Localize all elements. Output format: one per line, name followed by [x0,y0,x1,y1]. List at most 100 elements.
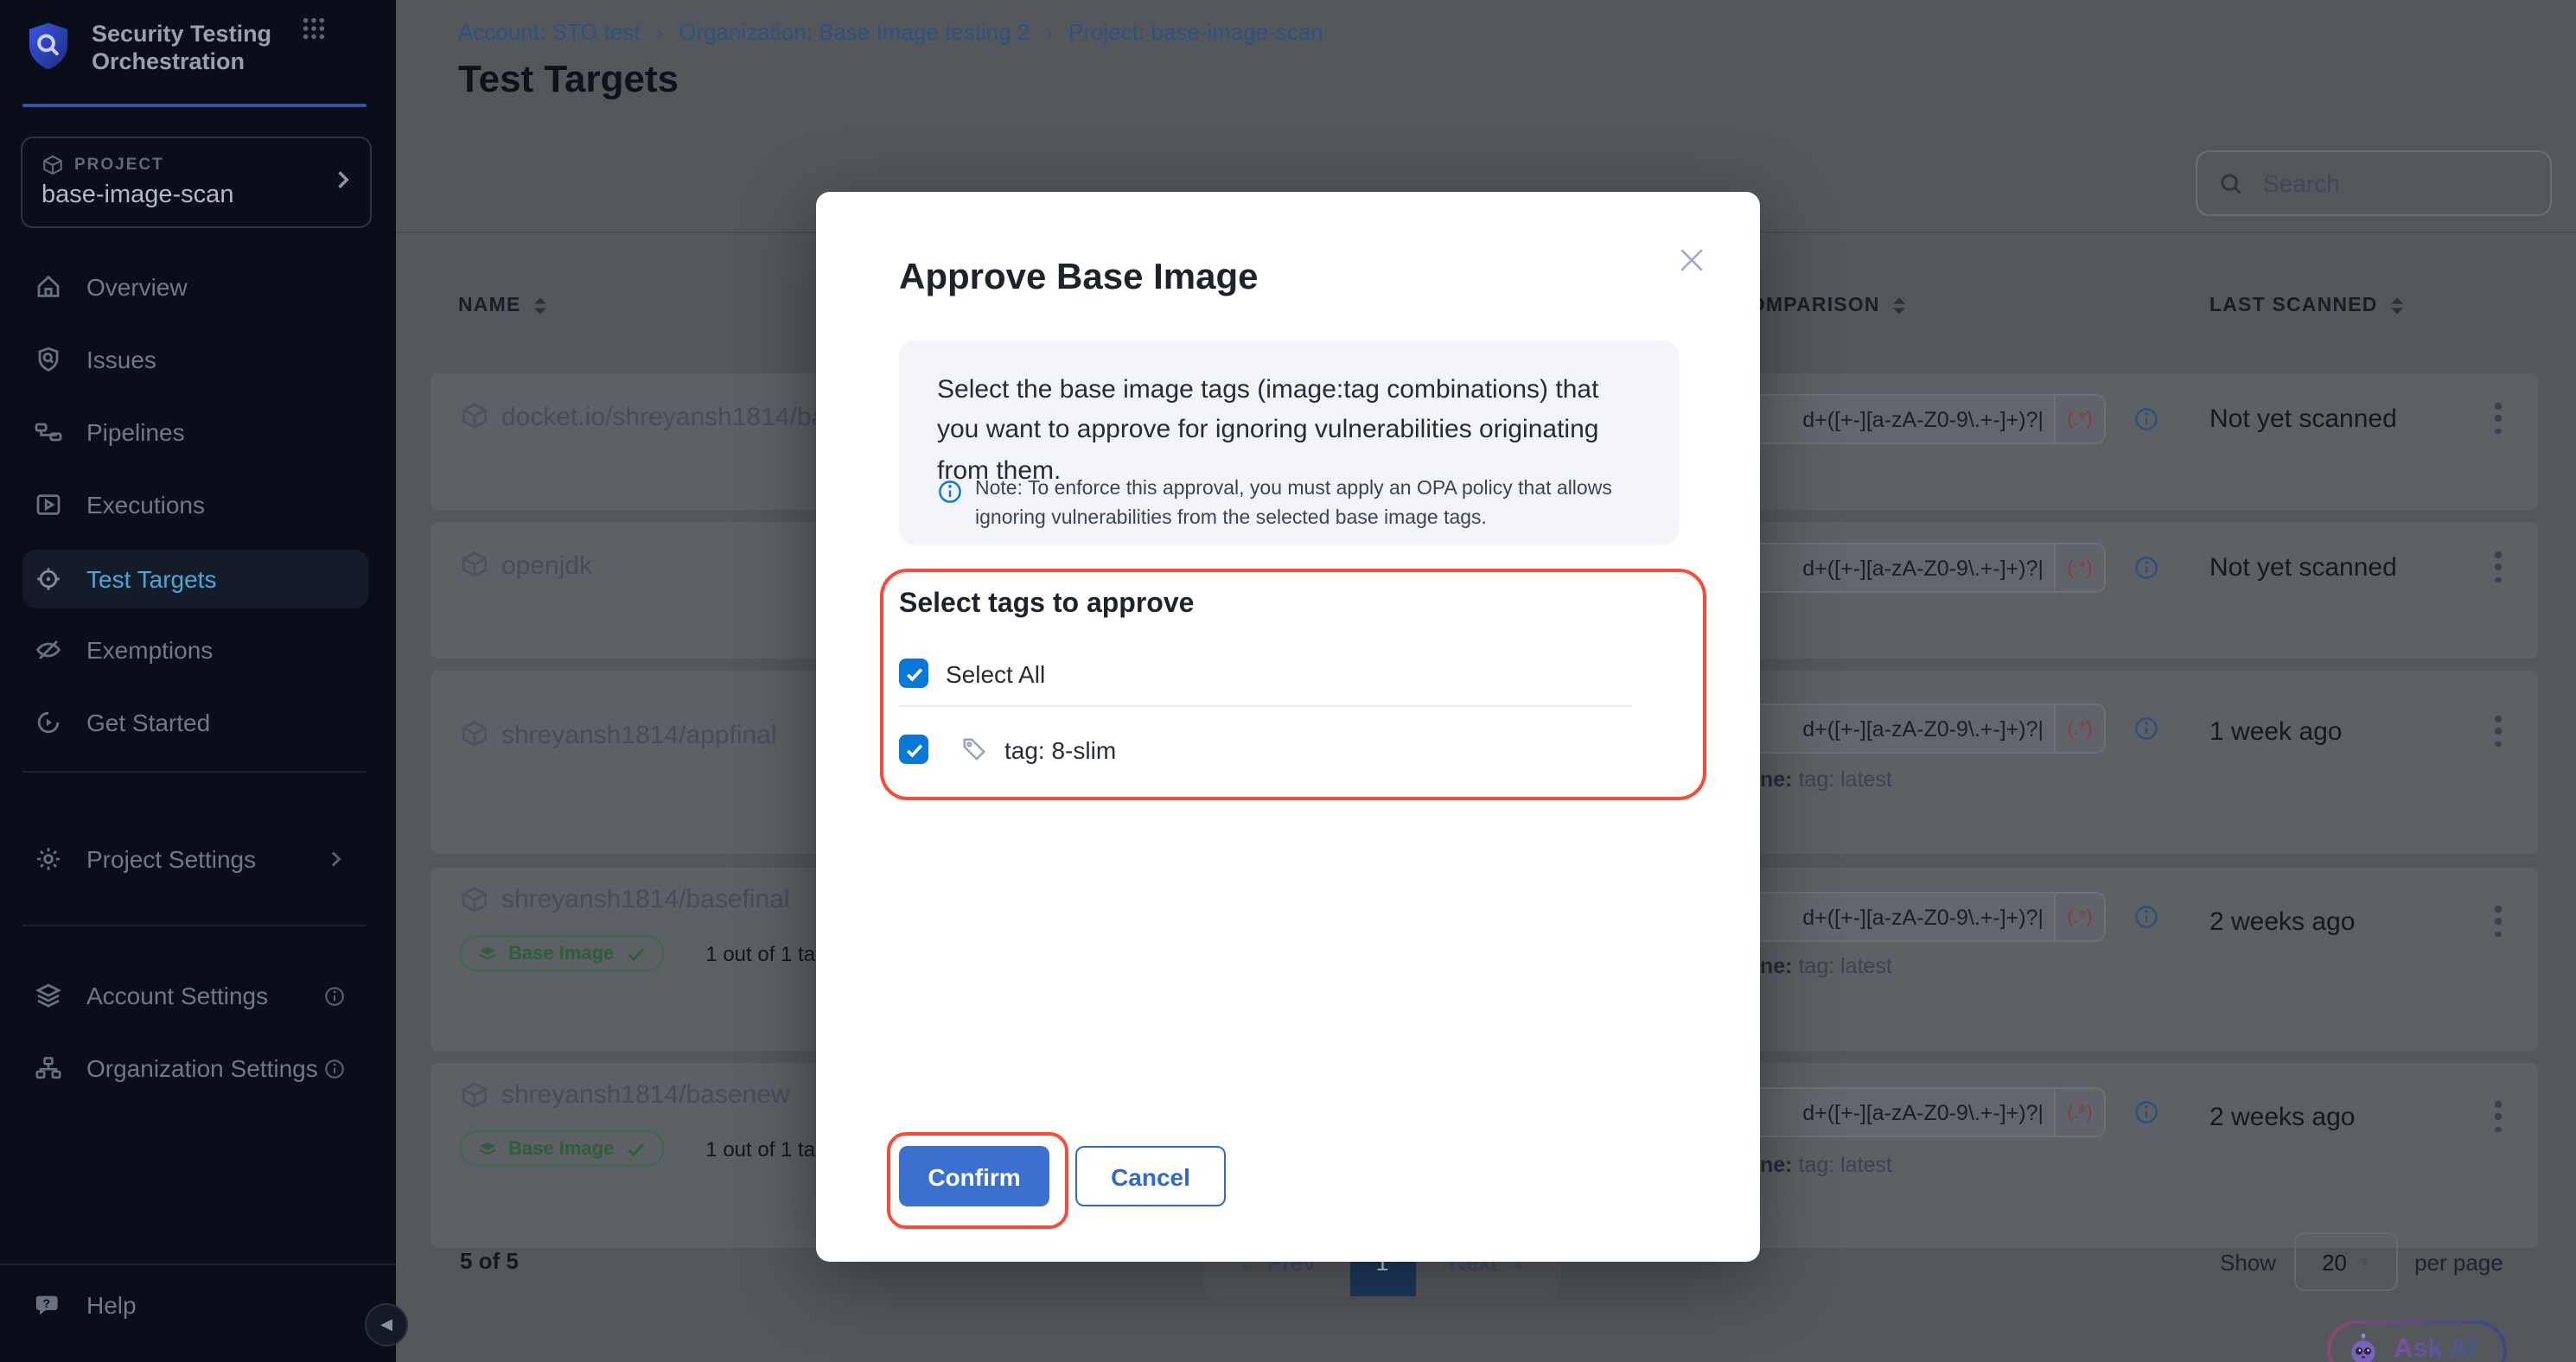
comparison-regex-input[interactable]: d+([+-][a-zA-Z0-9\.+-]+)?| [1729,703,2054,754]
app-root: Security Testing Orchestration PROJECT b… [0,0,2576,1362]
sidebar-item-help[interactable]: ? Help [22,1276,368,1334]
sidebar-item-pipelines[interactable]: Pipelines [22,403,368,461]
target-name: openjdk [501,551,592,581]
base-image-badge: Base Image [460,935,664,971]
svg-text:?: ? [43,1296,51,1310]
tag-checkbox[interactable] [899,735,928,764]
regex-indicator: (.*) [2054,394,2106,444]
column-header-name[interactable]: NAME [458,296,549,316]
container-image-icon [460,885,489,914]
sidebar-item-label: Get Started [86,709,210,736]
layers-gear-icon [35,982,62,1009]
baseline-text: ne: tag: latest [1760,1153,1892,1177]
info-icon[interactable] [323,984,346,1007]
sidebar-item-label: Issues [86,346,156,373]
target-name: shreyansh1814/basefinal [501,885,790,914]
sidebar-item-label: Exemptions [86,636,213,664]
baseline-text: ne: tag: latest [1760,954,1892,978]
ask-ai-button[interactable]: Ask AI [2327,1321,2506,1362]
module-switcher-grid-icon[interactable] [301,16,327,41]
sidebar-item-label: Organization Settings [86,1054,318,1082]
search-box [2196,150,2552,216]
regex-indicator: (.*) [2054,892,2106,942]
comparison-regex-input[interactable]: d+([+-][a-zA-Z0-9\.+-]+)?| [1729,543,2054,593]
cube-icon [41,154,64,176]
tag-icon [961,736,987,762]
breadcrumb-project-link[interactable]: Project: base-image-scan [1068,19,1323,45]
regex-indicator: (.*) [2054,543,2106,593]
shield-search-icon [35,346,62,373]
project-name: base-image-scan [41,181,233,209]
target-name: shreyansh1814/basenew [501,1080,790,1110]
sidebar-item-get-started[interactable]: Get Started [22,693,368,752]
info-icon[interactable] [2133,904,2159,930]
info-icon[interactable] [2133,1099,2159,1125]
sidebar-collapse-button[interactable]: ◀ [365,1303,408,1346]
comparison-regex-input[interactable]: d+([+-][a-zA-Z0-9\.+-]+)?| [1729,1087,2054,1137]
layers-icon [477,1138,498,1159]
home-icon [35,273,62,301]
container-image-icon [460,401,489,430]
info-icon[interactable] [2133,406,2159,432]
last-scanned-value: 2 weeks ago [2209,1103,2355,1132]
search-icon [2218,170,2244,196]
breadcrumb-org-link[interactable]: Organization: Base Image testing 2 [679,19,1030,45]
sidebar-item-account-settings[interactable]: Account Settings [22,966,368,1025]
ai-mascot-icon [2343,1331,2382,1362]
modal-description: Select the base image tags (image:tag co… [937,370,1641,491]
info-icon[interactable] [2133,555,2159,581]
page-size-select[interactable]: 20 ▾ [2293,1232,2397,1291]
sidebar-item-exemptions[interactable]: Exemptions [22,621,368,679]
search-input[interactable] [2260,168,2526,199]
sort-icon [533,296,549,316]
project-label: PROJECT [74,156,164,175]
page-title: Test Targets [458,57,679,102]
row-menu-icon[interactable] [2481,712,2515,750]
column-header-comparison[interactable]: COMPARISON [1734,296,1908,316]
sidebar-item-issues[interactable]: Issues [22,330,368,389]
info-icon[interactable] [2133,716,2159,741]
regex-indicator: (.*) [2054,1087,2106,1137]
sidebar-item-label: Project Settings [86,845,256,873]
sidebar-footer-divider [0,1263,396,1265]
confirm-button[interactable]: Confirm [899,1146,1049,1206]
sidebar-divider [22,771,367,773]
sidebar-item-executions[interactable]: Executions [22,475,368,534]
check-icon [626,943,647,964]
sidebar-divider [22,925,367,926]
sidebar-item-label: Test Targets [86,565,216,593]
cancel-button[interactable]: Cancel [1075,1146,1226,1206]
sidebar-item-overview[interactable]: Overview [22,258,368,316]
container-image-icon [460,1080,489,1110]
comparison-regex-input[interactable]: d+([+-][a-zA-Z0-9\.+-]+)?| [1729,892,2054,942]
column-header-last-scanned[interactable]: LAST SCANNED [2209,296,2406,316]
get-started-icon [35,709,62,736]
row-menu-icon[interactable] [2481,548,2515,586]
gear-icon [35,845,62,873]
row-count: 5 of 5 [460,1248,519,1274]
info-icon[interactable] [323,1057,346,1079]
row-menu-icon[interactable] [2481,399,2515,437]
tag-row: tag: 8-slim [899,735,1116,764]
regex-indicator: (.*) [2054,703,2106,754]
row-menu-icon[interactable] [2481,1098,2515,1136]
modal-title: Approve Base Image [899,258,1259,299]
project-selector[interactable]: PROJECT base-image-scan [21,137,372,228]
app-title: Security Testing Orchestration [92,20,296,77]
sidebar-item-test-targets[interactable]: Test Targets [22,550,368,608]
target-icon [35,565,62,593]
sidebar-item-project-settings[interactable]: Project Settings [22,830,368,888]
approve-base-image-modal: Approve Base Image Select the base image… [816,192,1760,1262]
breadcrumb-separator: › [656,19,664,45]
select-all-row: Select All [899,659,1045,688]
sidebar-item-organization-settings[interactable]: Organization Settings [22,1039,368,1098]
check-icon [626,1138,647,1159]
eye-off-icon [35,636,62,664]
row-menu-icon[interactable] [2481,902,2515,940]
modal-note: Note: To enforce this approval, you must… [975,475,1649,533]
comparison-regex-input[interactable]: d+([+-][a-zA-Z0-9\.+-]+)?| [1729,394,2054,444]
close-icon[interactable] [1670,239,1712,280]
sidebar-item-label: Executions [86,491,205,519]
breadcrumb-account-link[interactable]: Account: STO test [458,19,641,45]
select-all-checkbox[interactable] [899,659,928,688]
